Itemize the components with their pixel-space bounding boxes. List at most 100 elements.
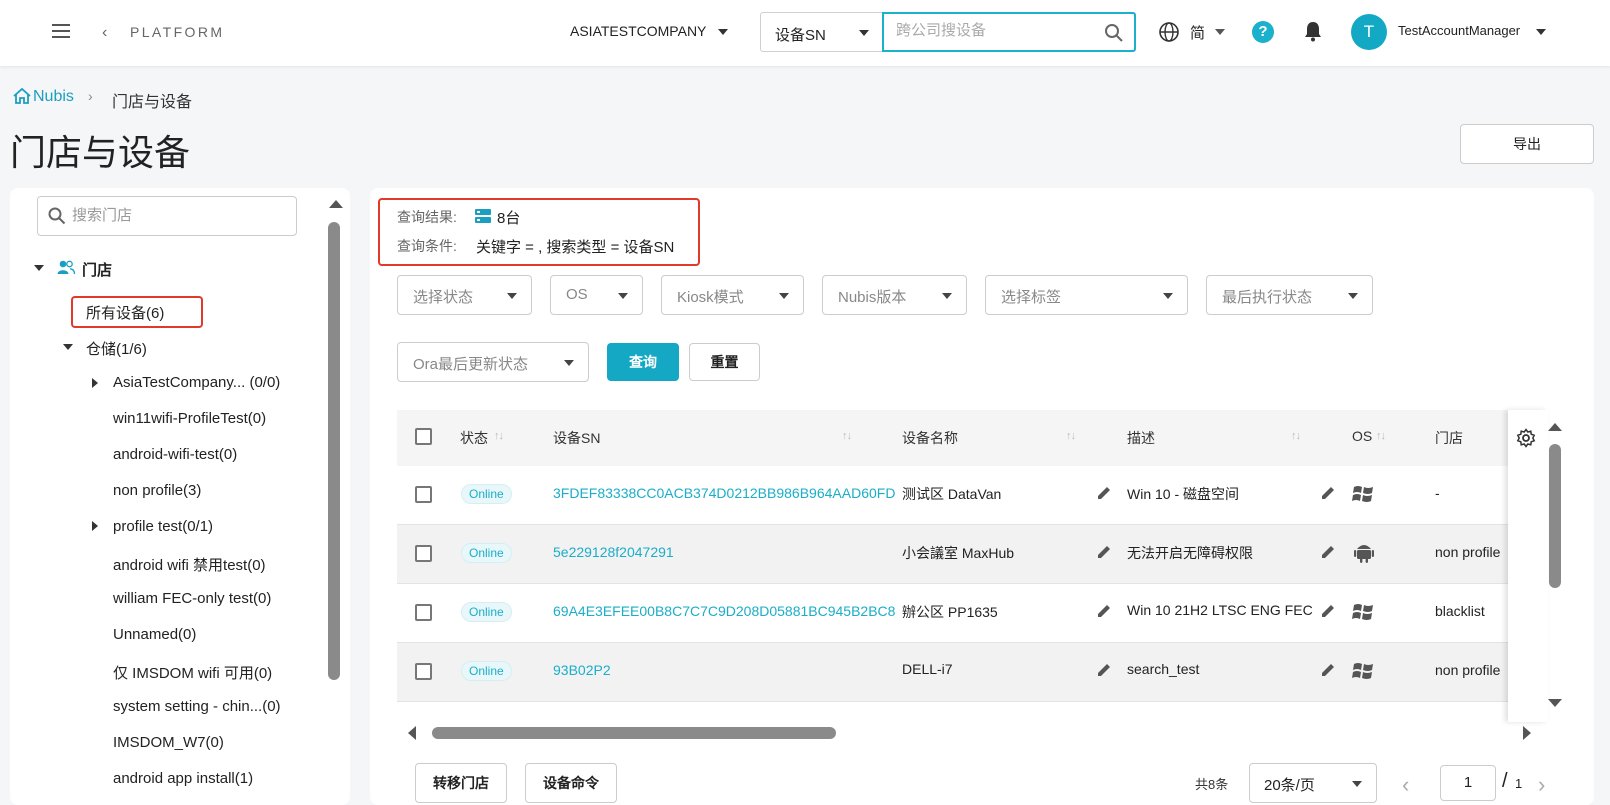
caret-right-icon[interactable] — [92, 521, 98, 531]
scroll-down-arrow[interactable] — [1548, 699, 1562, 707]
column-header-description[interactable]: 描述 — [1127, 428, 1155, 448]
tree-item-store[interactable]: AsiaTestCompany... (0/0) — [113, 374, 280, 391]
next-page-icon[interactable]: › — [1538, 772, 1545, 798]
chevron-right-icon: › — [88, 88, 93, 104]
search-type-select[interactable]: 设备SN — [760, 12, 884, 52]
select-all-checkbox[interactable] — [415, 428, 432, 445]
edit-pencil-icon[interactable] — [1321, 603, 1336, 618]
chevron-left-icon[interactable]: ‹ — [102, 24, 107, 42]
edit-pencil-icon[interactable] — [1321, 662, 1336, 677]
kiosk-filter-label: Kiosk模式 — [677, 289, 744, 306]
language-selector[interactable]: 简 — [1190, 22, 1205, 43]
tree-item-all-devices[interactable]: 所有设备(6) — [86, 302, 164, 323]
tree-item-store[interactable]: william FEC-only test(0) — [113, 590, 271, 607]
store-search-input[interactable] — [72, 207, 282, 224]
scroll-left-arrow[interactable] — [408, 726, 416, 740]
edit-pencil-icon[interactable] — [1097, 544, 1112, 559]
device-sn-link[interactable]: 69A4E3EFEE00B8C7C7C9D208D05881BC945B2BC8 — [553, 603, 895, 619]
top-bar: ‹ PLATFORM ASIATESTCOMPANY 设备SN 简 ? T Te… — [0, 0, 1610, 66]
scroll-right-arrow[interactable] — [1523, 726, 1531, 740]
people-icon — [57, 260, 75, 275]
ora-update-filter[interactable]: Ora最后更新状态 — [397, 342, 589, 382]
sort-icon[interactable]: ↑↓ — [1291, 430, 1301, 442]
tree-root-stores[interactable]: 门店 — [82, 259, 112, 280]
column-header-os[interactable]: OS — [1352, 428, 1372, 444]
tree-item-group[interactable]: 仓储(1/6) — [86, 338, 147, 359]
os-filter[interactable]: OS — [550, 275, 643, 315]
device-sn-link[interactable]: 5e229128f2047291 — [553, 544, 674, 560]
store-search-field[interactable] — [37, 196, 297, 236]
caret-down-icon[interactable] — [34, 265, 44, 271]
hamburger-menu-icon[interactable] — [52, 24, 70, 38]
edit-pencil-icon[interactable] — [1097, 603, 1112, 618]
edit-pencil-icon[interactable] — [1097, 485, 1112, 500]
device-search-input[interactable] — [896, 22, 1096, 39]
edit-pencil-icon[interactable] — [1321, 544, 1336, 559]
column-header-sn[interactable]: 设备SN — [553, 428, 600, 448]
page-number-input[interactable]: 1 — [1440, 765, 1496, 801]
help-icon[interactable]: ? — [1252, 21, 1274, 43]
query-button[interactable]: 查询 — [607, 343, 679, 381]
sidebar-scrollbar[interactable] — [328, 222, 340, 680]
caret-down-icon[interactable] — [1536, 29, 1546, 35]
edit-pencil-icon[interactable] — [1097, 662, 1112, 677]
kiosk-filter[interactable]: Kiosk模式 — [661, 275, 804, 315]
device-sn-link[interactable]: 3FDEF83338CC0ACB374D0212BB986B964AAD60FD — [553, 485, 895, 501]
device-name: 辦公区 PP1635 — [902, 604, 998, 620]
table-horizontal-scrollbar[interactable] — [432, 727, 836, 739]
sort-icon[interactable]: ↑↓ — [842, 430, 852, 442]
device-command-button[interactable]: 设备命令 — [525, 763, 617, 803]
tree-item-store[interactable]: system setting - chin...(0) — [113, 698, 281, 715]
row-checkbox[interactable] — [415, 545, 432, 562]
tree-item-store[interactable]: non profile(3) — [113, 482, 201, 499]
tree-item-store[interactable]: 仅 IMSDOM wifi 可用(0) — [113, 662, 272, 683]
nubis-version-filter[interactable]: Nubis版本 — [822, 275, 967, 315]
caret-down-icon[interactable] — [1215, 29, 1225, 35]
row-checkbox[interactable] — [415, 663, 432, 680]
username[interactable]: TestAccountManager — [1398, 23, 1520, 38]
table-vertical-scrollbar[interactable] — [1549, 444, 1561, 588]
device-sn-link[interactable]: 93B02P2 — [553, 662, 611, 678]
tree-item-store[interactable]: android app install(1) — [113, 770, 253, 787]
row-checkbox[interactable] — [415, 486, 432, 503]
platform-link[interactable]: PLATFORM — [130, 24, 224, 40]
breadcrumb-home-link[interactable]: Nubis — [33, 88, 74, 106]
caret-down-icon[interactable] — [718, 29, 728, 35]
column-header-name[interactable]: 设备名称 — [902, 428, 958, 448]
tree-item-store[interactable]: IMSDOM_W7(0) — [113, 734, 224, 751]
sort-icon[interactable]: ↑↓ — [1376, 430, 1386, 442]
tree-item-store[interactable]: Unnamed(0) — [113, 626, 196, 643]
tree-item-store[interactable]: android-wifi-test(0) — [113, 446, 237, 463]
transfer-store-button[interactable]: 转移门店 — [415, 763, 507, 803]
scroll-up-arrow[interactable] — [329, 200, 343, 208]
page-size-select[interactable]: 20条/页 — [1249, 763, 1377, 803]
tree-item-store[interactable]: android wifi 禁用test(0) — [113, 554, 266, 575]
scroll-up-arrow[interactable] — [1548, 423, 1562, 431]
device-search-field[interactable] — [882, 12, 1136, 52]
avatar[interactable]: T — [1351, 14, 1387, 50]
gear-icon[interactable] — [1516, 428, 1536, 448]
last-exec-filter[interactable]: 最后执行状态 — [1206, 275, 1373, 315]
tag-filter[interactable]: 选择标签 — [985, 275, 1188, 315]
caret-down-icon[interactable] — [63, 344, 73, 350]
column-header-store[interactable]: 门店 — [1435, 428, 1463, 448]
bell-icon[interactable] — [1303, 20, 1323, 42]
tree-item-store[interactable]: profile test(0/1) — [113, 518, 213, 535]
sort-icon[interactable]: ↑↓ — [1066, 430, 1076, 442]
home-icon[interactable] — [12, 87, 32, 105]
company-selector[interactable]: ASIATESTCOMPANY — [570, 23, 706, 39]
export-button[interactable]: 导出 — [1460, 124, 1594, 164]
reset-button[interactable]: 重置 — [689, 343, 760, 381]
last-exec-filter-label: 最后执行状态 — [1222, 289, 1313, 306]
sort-icon[interactable]: ↑↓ — [494, 430, 504, 442]
status-filter[interactable]: 选择状态 — [397, 275, 532, 315]
edit-pencil-icon[interactable] — [1321, 485, 1336, 500]
row-checkbox[interactable] — [415, 604, 432, 621]
globe-icon[interactable] — [1158, 21, 1180, 43]
column-header-status[interactable]: 状态 — [460, 428, 488, 448]
search-icon[interactable] — [1104, 23, 1124, 43]
caret-right-icon[interactable] — [92, 378, 98, 388]
result-label: 查询结果: — [397, 209, 457, 225]
prev-page-icon[interactable]: ‹ — [1402, 772, 1409, 798]
tree-item-store[interactable]: win11wifi-ProfileTest(0) — [113, 410, 266, 427]
